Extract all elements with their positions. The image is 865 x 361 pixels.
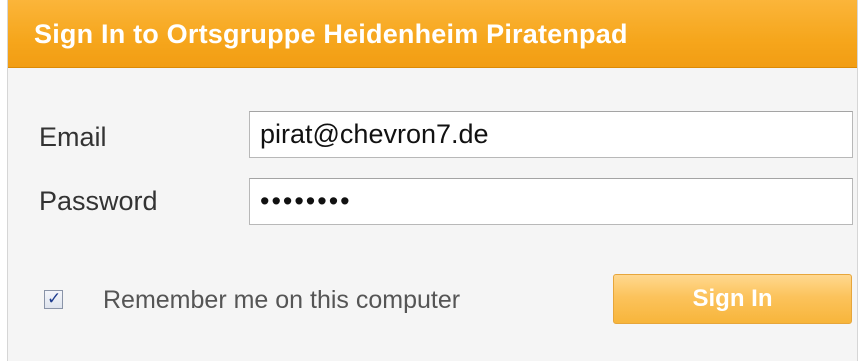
remember-me-checkbox[interactable]: ✓ — [44, 289, 63, 309]
sign-in-dialog: Sign In to Ortsgruppe Heidenheim Piraten… — [7, 0, 858, 361]
dialog-header: Sign In to Ortsgruppe Heidenheim Piraten… — [8, 0, 857, 68]
checkmark-icon: ✓ — [47, 289, 62, 308]
remember-me-label[interactable]: Remember me on this computer — [103, 286, 460, 315]
password-label: Password — [39, 186, 158, 216]
email-label: Email — [39, 122, 107, 152]
password-field[interactable] — [249, 178, 853, 225]
sign-in-button[interactable]: Sign In — [613, 274, 852, 324]
dialog-title: Sign In to Ortsgruppe Heidenheim Piraten… — [34, 19, 628, 49]
email-field[interactable] — [249, 111, 853, 158]
